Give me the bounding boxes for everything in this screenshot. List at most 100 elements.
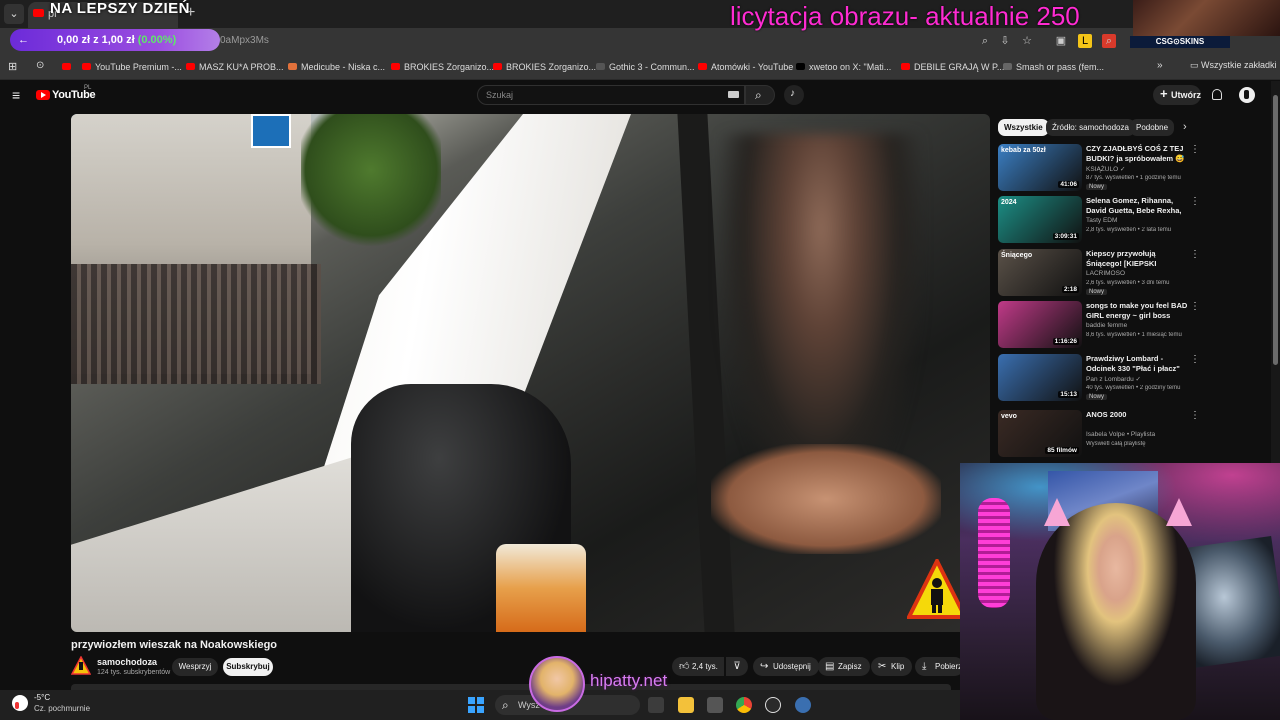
channel-avatar[interactable]: [71, 656, 91, 676]
clip-button[interactable]: ✂ Klip: [871, 657, 913, 676]
chrome-icon[interactable]: [736, 697, 752, 713]
hamburger-menu-icon[interactable]: ≡: [12, 87, 20, 103]
video-thumbnail[interactable]: kebab za 50zł 41:06: [998, 144, 1082, 191]
recommended-channel[interactable]: Isabela Volpe • Playlista: [1086, 431, 1190, 438]
settings-gear-icon[interactable]: [795, 697, 811, 713]
weather-condition[interactable]: Cz. pochmurnie: [34, 704, 90, 713]
video-thumbnail[interactable]: 15:13: [998, 354, 1082, 401]
chip-from-channel[interactable]: Źródło: samochodoza: [1046, 119, 1135, 136]
recommended-meta: 8,6 tys. wyświetleń • 1 miesiąc temu: [1086, 332, 1182, 338]
recommended-video[interactable]: 15:13 Prawdziwy Lombard - Odcinek 330 "Pł…: [998, 354, 1208, 402]
recommended-title[interactable]: Prawdziwy Lombard - Odcinek 330 "Płać i …: [1086, 354, 1190, 373]
subscribe-button[interactable]: Subskrybuj: [223, 658, 273, 676]
recommended-meta: Wyświetl całą playlistę: [1086, 441, 1146, 447]
youtube-bookmark-icon[interactable]: [62, 63, 71, 70]
video-title: przywiozłem wieszak na Noakowskiego: [71, 639, 278, 651]
video-player[interactable]: [71, 114, 990, 632]
video-duration: 15:13: [1058, 391, 1079, 398]
bookmark-item[interactable]: BROKIES Zorganizo...: [493, 60, 596, 74]
bookmark-favicon-icon: [1003, 63, 1012, 70]
install-icon[interactable]: ⇩: [998, 34, 1012, 48]
more-bookmarks-icon[interactable]: »: [1157, 60, 1163, 71]
bookmark-favicon-icon: [288, 63, 297, 70]
youtube-logo-icon[interactable]: [36, 90, 50, 100]
bookmark-item[interactable]: DEBILE GRAJĄ W P...: [901, 60, 1004, 74]
search-button[interactable]: ⌕: [745, 85, 775, 105]
windows-taskbar: -5°C Cz. pochmurnie Wysz: [0, 690, 960, 720]
more-options-icon[interactable]: ⋮: [1190, 354, 1200, 365]
share-button[interactable]: ↪ Udostępnij: [753, 657, 819, 676]
apps-grid-icon[interactable]: ⊞: [8, 60, 17, 73]
task-view-icon[interactable]: [648, 697, 664, 713]
recommended-video[interactable]: vevo 85 filmów ANOS 2000 Isabela Volpe • Pl…: [998, 410, 1208, 458]
store-icon[interactable]: [707, 697, 723, 713]
bookmark-folder-icon[interactable]: ⊙: [36, 60, 44, 71]
recommended-channel[interactable]: KSIĄŻULO ✓: [1086, 165, 1190, 173]
dislike-button[interactable]: ⊽: [726, 657, 748, 676]
weather-temperature[interactable]: -5°C: [34, 693, 50, 702]
bookmark-item[interactable]: YouTube Premium -...: [82, 60, 182, 74]
bookmark-item[interactable]: MASZ KU*A PROB...: [186, 60, 284, 74]
zoom-icon[interactable]: ⌕: [978, 34, 992, 48]
file-explorer-icon[interactable]: [678, 697, 694, 713]
voice-search-button[interactable]: ♪: [784, 85, 804, 105]
recommended-channel[interactable]: Pan z Lombardu ✓: [1086, 375, 1190, 383]
bookmark-item[interactable]: Gothic 3 - Commun...: [596, 60, 695, 74]
bookmark-item[interactable]: Medicube - Niska c...: [288, 60, 385, 74]
url-text[interactable]: 0aMpx3Ms: [220, 35, 269, 46]
more-options-icon[interactable]: ⋮: [1190, 144, 1200, 155]
account-avatar[interactable]: [1239, 87, 1255, 103]
video-thumbnail[interactable]: 1:16:26: [998, 301, 1082, 348]
more-options-icon[interactable]: ⋮: [1190, 196, 1200, 207]
bookmark-item[interactable]: Atomówki - YouTube: [698, 60, 793, 74]
recommended-title[interactable]: ANOS 2000: [1086, 410, 1190, 420]
extension-icon[interactable]: ▣: [1054, 34, 1068, 48]
recommended-title[interactable]: songs to make you feel BAD GIRL energy ~…: [1086, 301, 1190, 320]
notifications-bell-icon[interactable]: [1212, 89, 1222, 100]
recommended-video[interactable]: Śniącego 2:18 Kiepscy przywołują Śniącego!…: [998, 249, 1208, 297]
search-input[interactable]: Szukaj: [477, 85, 745, 105]
more-options-icon[interactable]: ⋮: [1190, 301, 1200, 312]
recommended-video[interactable]: 2024 3:09:31 Selena Gomez, Rihanna, David …: [998, 196, 1208, 244]
secondary-webcam-feed: [1133, 0, 1280, 36]
chip-related[interactable]: Podobne: [1130, 119, 1175, 136]
video-thumbnail[interactable]: 2024 3:09:31: [998, 196, 1082, 243]
download-button[interactable]: ⤓ Pobierz: [915, 657, 965, 676]
like-button[interactable]: 👍︎ 2,4 tys.: [672, 657, 724, 676]
bookmark-item[interactable]: Smash or pass (fem...: [1003, 60, 1104, 74]
sponsor-logo: CSG⊙SKINS: [1130, 36, 1230, 48]
recommended-video[interactable]: 1:16:26 songs to make you feel BAD GIRL e…: [998, 301, 1208, 349]
video-thumbnail[interactable]: vevo 85 filmów: [998, 410, 1082, 457]
scrollbar-thumb[interactable]: [1273, 95, 1278, 365]
chip-all[interactable]: Wszystkie: [998, 119, 1049, 136]
more-options-icon[interactable]: ⋮: [1190, 410, 1200, 421]
bookmark-item[interactable]: BROKIES Zorganizo...: [391, 60, 494, 74]
bookmark-label: Atomówki - YouTube: [711, 62, 794, 72]
bookmark-favicon-icon: [186, 63, 195, 70]
join-button[interactable]: Wesprzyj: [172, 658, 218, 676]
back-arrow-icon[interactable]: ←: [18, 29, 29, 51]
recommended-title[interactable]: Kiepscy przywołują Śniącego! [KIEPSKI GO…: [1086, 249, 1190, 268]
extension-lastpass-icon[interactable]: L: [1078, 34, 1092, 48]
recommended-title[interactable]: CZY ZJADŁBYŚ COŚ Z TEJ BUDKI? ja spróbow…: [1086, 144, 1190, 163]
recommended-channel[interactable]: Tasty EDM: [1086, 217, 1190, 224]
keyboard-icon[interactable]: [728, 91, 739, 98]
windows-start-icon[interactable]: [468, 697, 484, 713]
recommended-title[interactable]: Selena Gomez, Rihanna, David Guetta, Beb…: [1086, 196, 1190, 215]
recommended-channel[interactable]: LACRIMOSO: [1086, 270, 1190, 277]
all-bookmarks-button[interactable]: ▭ Wszystkie zakładki: [1190, 60, 1277, 71]
recommended-channel[interactable]: baddie femme: [1086, 322, 1190, 329]
recommended-video[interactable]: kebab za 50zł 41:06 CZY ZJADŁBYŚ COŚ Z TEJ…: [998, 144, 1208, 192]
extension-red-icon[interactable]: ⌕: [1102, 34, 1116, 48]
discord-icon[interactable]: [765, 697, 781, 713]
save-button[interactable]: ▤ Zapisz: [818, 657, 870, 676]
video-thumbnail[interactable]: Śniącego 2:18: [998, 249, 1082, 296]
bookmark-star-icon[interactable]: ☆: [1020, 34, 1034, 48]
channel-name[interactable]: samochodoza: [97, 657, 157, 667]
weather-icon[interactable]: [12, 695, 28, 711]
more-options-icon[interactable]: ⋮: [1190, 249, 1200, 260]
create-button[interactable]: Utwórz: [1153, 84, 1201, 105]
bookmark-item[interactable]: xwetoo on X: "Mati...: [796, 60, 891, 74]
tab-search-button[interactable]: ⌄: [4, 4, 24, 24]
chevron-right-icon[interactable]: ›: [1183, 121, 1187, 133]
